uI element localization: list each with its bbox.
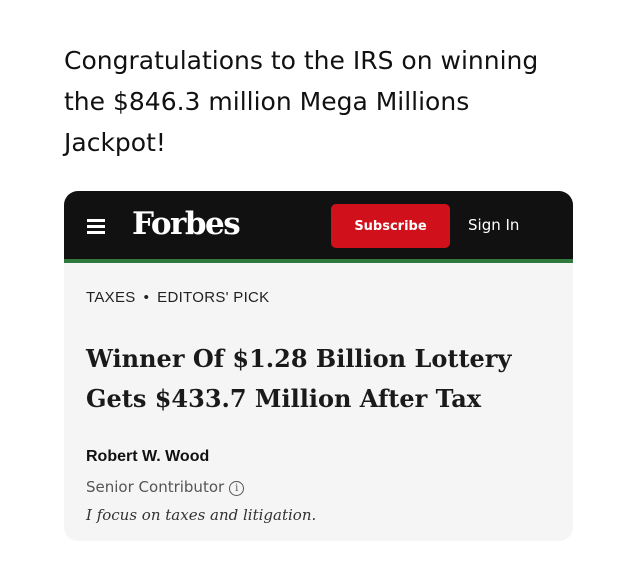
caption-line-2: the $846.3 million Mega Millions <box>64 87 470 116</box>
author-role: Senior Contributor <box>86 478 225 496</box>
article-kicker: TAXES • EDITORS' PICK <box>86 289 269 306</box>
section-label[interactable]: TAXES <box>86 289 136 306</box>
caption-line-1: Congratulations to the IRS on winning <box>64 46 539 75</box>
headline-line-2: Gets $433.7 Million After Tax <box>86 384 482 413</box>
headline-line-1: Winner Of $1.28 Billion Lottery <box>86 344 512 373</box>
forbes-article-card: Forbes Subscribe Sign In TAXES • EDITORS' … <box>64 191 573 541</box>
sign-in-link[interactable]: Sign In <box>468 215 519 235</box>
author-role-row: Senior Contributor i <box>86 477 245 497</box>
author-name[interactable]: Robert W. Wood <box>86 447 209 467</box>
kicker-separator: • <box>143 289 150 306</box>
caption-line-3: Jackpot! <box>64 128 166 157</box>
hamburger-menu-icon[interactable] <box>87 219 105 234</box>
forbes-logo[interactable]: Forbes <box>132 203 241 245</box>
subscribe-button[interactable]: Subscribe <box>331 204 450 248</box>
post-caption: Congratulations to the IRS on winning th… <box>64 40 584 163</box>
author-bio: I focus on taxes and litigation. <box>86 506 317 524</box>
article-headline[interactable]: Winner Of $1.28 Billion Lottery Gets $43… <box>86 339 556 419</box>
info-icon[interactable]: i <box>229 481 245 496</box>
editors-pick-label: EDITORS' PICK <box>157 289 270 306</box>
forbes-header-bar: Forbes Subscribe Sign In <box>64 191 573 263</box>
